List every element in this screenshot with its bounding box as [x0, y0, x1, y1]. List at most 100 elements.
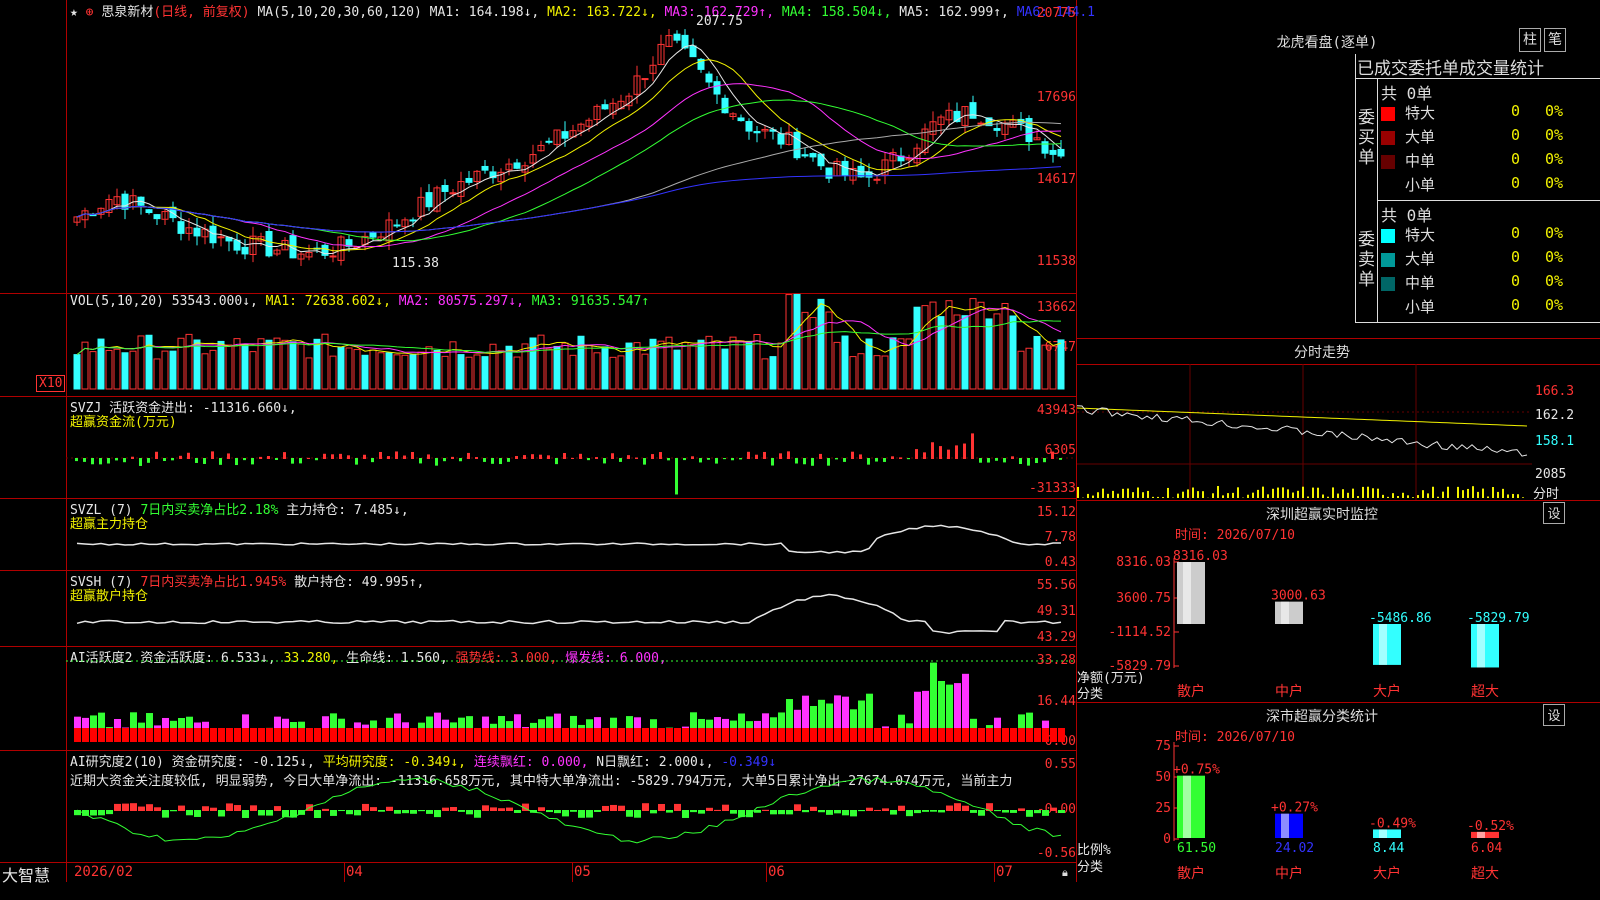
flow-bar — [483, 458, 486, 462]
active-base-bar — [1002, 728, 1009, 742]
flow-bar — [443, 458, 446, 462]
volume-bar — [713, 340, 721, 390]
lhp-row-count: 0 — [1511, 102, 1521, 120]
active-base-bar — [1010, 728, 1017, 742]
flow-bar — [315, 458, 318, 461]
svzj-chart[interactable] — [0, 396, 1076, 498]
lhp-row-pct: 0% — [1545, 174, 1564, 192]
lhp-row-pct: 0% — [1545, 150, 1564, 168]
active-base-bar — [826, 728, 833, 742]
research-bar — [338, 810, 345, 812]
flow-bar — [579, 453, 582, 459]
flow-bar — [1003, 458, 1006, 463]
kline-chart[interactable] — [0, 0, 1076, 293]
active-base-bar — [658, 728, 665, 742]
flow-bar — [379, 451, 382, 459]
tick-view-button[interactable]: 笔 — [1544, 28, 1566, 52]
active-base-bar — [330, 728, 337, 742]
lhp-row-count: 0 — [1511, 126, 1521, 144]
candle — [465, 177, 473, 183]
volume-bar — [161, 350, 169, 390]
flow-bar — [491, 458, 494, 464]
lhp-row-count: 0 — [1511, 272, 1521, 290]
intraday-chart[interactable] — [1076, 364, 1600, 500]
lock-icon[interactable]: 🔒︎ — [1062, 866, 1068, 880]
sz-monitor-chart[interactable]: 8316.03 3600.75 -1114.52 -5829.79 8316.03 散户 3… — [1077, 500, 1600, 700]
x-axis-1: 04 — [346, 864, 363, 880]
intraday-volume-bar — [1352, 488, 1354, 498]
research-bar — [434, 810, 441, 818]
flow-bar — [203, 458, 206, 464]
flow-bar — [179, 455, 182, 459]
flow-bar — [1035, 458, 1038, 464]
bar-bottom-label: 24.02 — [1275, 841, 1314, 856]
svsh-chart[interactable] — [0, 570, 1076, 646]
research-bar — [186, 810, 193, 816]
research-bar — [722, 804, 729, 811]
buy-rows: 特大 0 0% 大单 0 0% 中单 0 0% 小单 0 0% — [1381, 102, 1600, 198]
svzl-chart[interactable] — [0, 498, 1076, 570]
flow-bar — [859, 454, 862, 459]
flow-bar — [763, 451, 766, 459]
volume-chart[interactable] — [0, 293, 1076, 396]
intraday-volume-bar — [1087, 493, 1089, 498]
ai-research-chart[interactable] — [0, 750, 1076, 862]
main-chart-area[interactable]: ★ ⊕ 思泉新材(日线, 前复权) MA(5,10,20,30,60,120) … — [0, 0, 1095, 885]
vol-ma3-line — [76, 320, 1062, 356]
volume-bar — [969, 298, 977, 390]
research-bar — [818, 810, 825, 813]
active-base-bar — [586, 728, 593, 742]
active-base-bar — [882, 728, 889, 742]
intraday-volume-bar — [1367, 486, 1369, 498]
flow-bar — [227, 453, 230, 459]
research-bar — [258, 810, 265, 816]
legend-swatch — [1381, 131, 1395, 145]
research-bar — [274, 806, 281, 811]
intraday-volume-bar — [1467, 488, 1469, 498]
lhp-row-name: 特大 — [1405, 226, 1436, 244]
flow-bar — [107, 458, 110, 464]
research-bar — [922, 810, 929, 812]
intraday-volume-bar — [1332, 487, 1334, 498]
research-bar — [194, 810, 201, 817]
intraday-volume-bar — [1102, 488, 1104, 498]
research-bar — [1018, 808, 1025, 811]
bar-view-button[interactable]: 柱 — [1519, 28, 1541, 52]
volume-bar — [177, 337, 185, 390]
intraday-volume-bar — [1187, 489, 1189, 498]
flow-bar — [907, 458, 910, 460]
active-base-bar — [850, 728, 857, 742]
research-bar — [610, 804, 617, 811]
volume-bar — [409, 354, 417, 390]
volume-bar — [601, 346, 609, 390]
legend-swatch — [1381, 107, 1395, 121]
bar-value-label: -0.52% — [1467, 819, 1514, 834]
research-bar — [562, 810, 569, 817]
research-bar — [794, 804, 801, 811]
intraday-volume-bar — [1257, 489, 1259, 498]
ai-active-chart[interactable] — [0, 646, 1076, 750]
intraday-volume-bar — [1237, 487, 1239, 498]
flow-bar — [899, 457, 902, 459]
lhp-row-pct: 0% — [1545, 272, 1564, 290]
volume-bar — [617, 355, 625, 390]
research-bar — [178, 805, 185, 811]
active-base-bar — [178, 728, 185, 742]
research-bar — [954, 803, 961, 811]
active-base-bar — [82, 728, 89, 742]
lhp-row: 特大 0 0% — [1381, 224, 1571, 248]
volume-bar — [505, 345, 513, 390]
candle — [561, 131, 569, 139]
research-bar — [162, 810, 169, 818]
flow-bar — [683, 458, 686, 461]
flow-bar — [691, 456, 694, 459]
candle — [793, 131, 801, 159]
volume-bar — [81, 341, 89, 390]
sz-class-chart[interactable]: 75 50 25 0 +0.75% 61.50 散户 +0.27% 24.02 中户 -0.49% 8… — [1077, 702, 1600, 900]
intraday-volume-bar — [1272, 488, 1274, 498]
research-bar — [330, 810, 337, 816]
flow-bar — [539, 454, 542, 459]
research-bar — [930, 810, 937, 812]
intraday-volume-bar — [1127, 488, 1129, 498]
research-bar — [770, 810, 777, 815]
